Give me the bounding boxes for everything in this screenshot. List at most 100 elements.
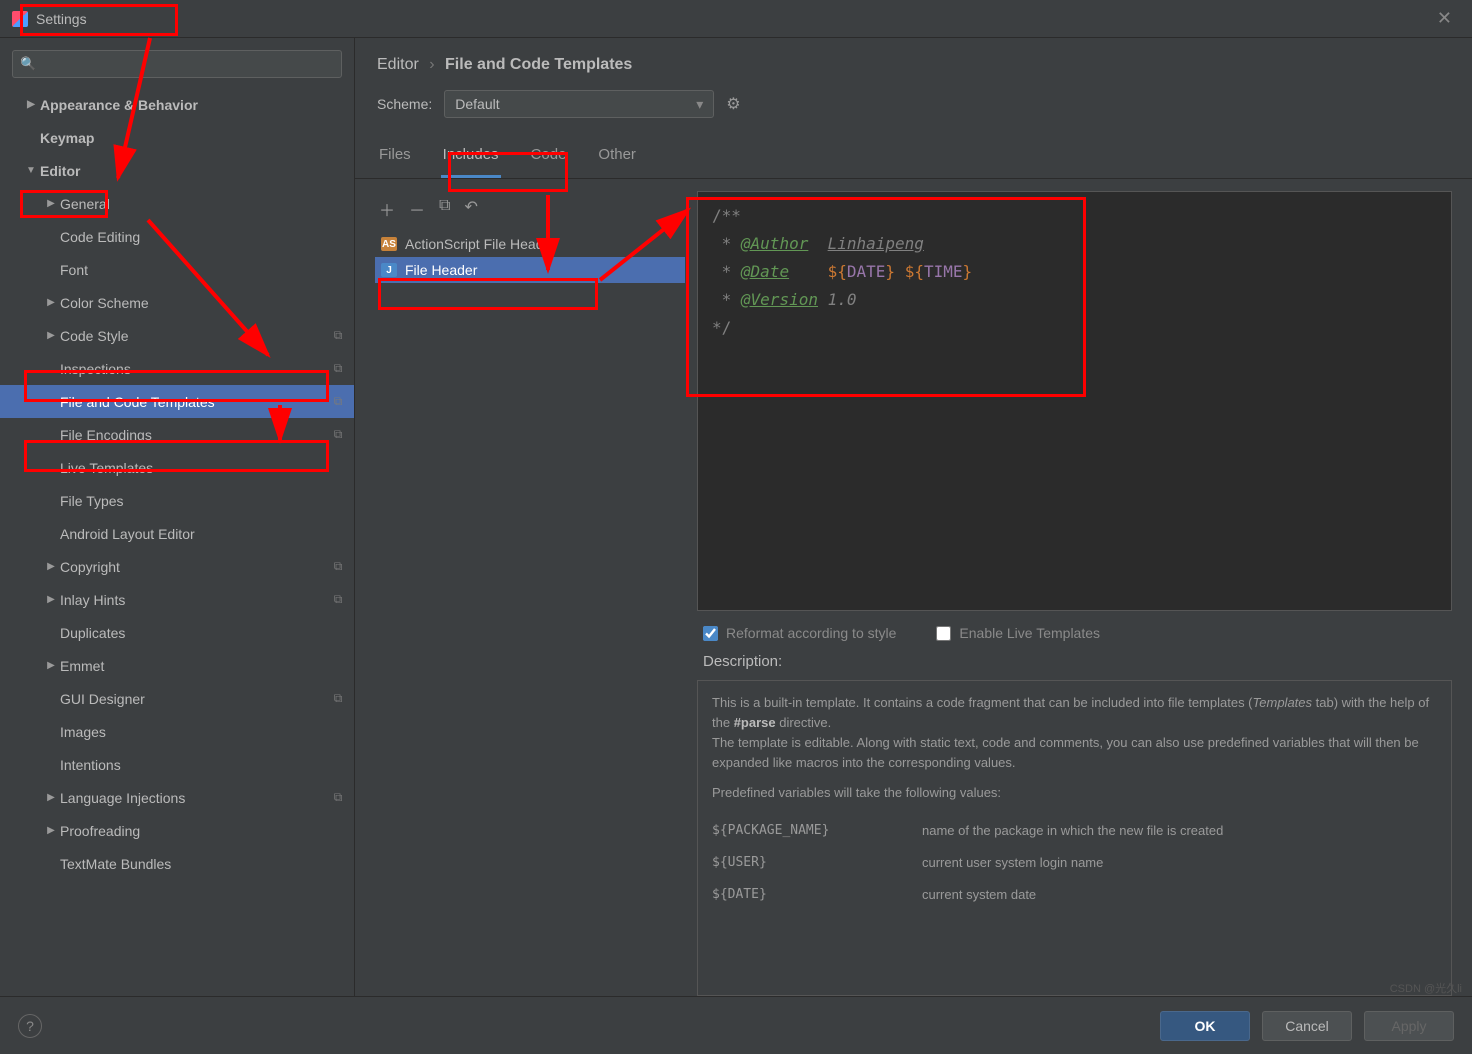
template-label: File Header [405,262,477,278]
tree-label: Code Style [60,328,330,344]
crumb-templates: File and Code Templates [445,56,632,73]
tree-arrow-icon: ▶ [42,660,60,671]
sidebar-item-file-types[interactable]: ▶File Types [0,484,354,517]
tree-label: General [60,196,346,212]
template-item[interactable]: AS ActionScript File Header [375,231,685,257]
variable-row: ${USER}current user system login name [712,847,1437,879]
cancel-button[interactable]: Cancel [1262,1011,1352,1041]
tree-arrow-icon: ▶ [42,594,60,605]
sidebar-item-live-templates[interactable]: ▶Live Templates [0,451,354,484]
sidebar-item-language-injections[interactable]: ▶Language Injections⧉ [0,781,354,814]
tree-arrow-icon: ▶ [42,792,60,803]
ok-button[interactable]: OK [1160,1011,1250,1041]
template-label: ActionScript File Header [405,236,556,252]
search-icon: 🔍 [20,56,36,72]
variable-key: ${USER} [712,853,922,873]
tab-includes[interactable]: Includes [441,136,501,178]
help-icon[interactable]: ? [18,1014,42,1038]
sidebar-item-android-layout-editor[interactable]: ▶Android Layout Editor [0,517,354,550]
project-badge-icon: ⧉ [330,559,346,575]
template-editor[interactable]: /** * @Author Linhaipeng * @Date ${DATE}… [697,191,1452,611]
tree-label: Appearance & Behavior [40,97,346,113]
sidebar-item-code-editing[interactable]: ▶Code Editing [0,220,354,253]
undo-icon[interactable]: ↶ [464,197,477,221]
app-icon [12,11,28,27]
variable-row: ${PACKAGE_NAME}name of the package in wh… [712,815,1437,847]
scheme-select[interactable]: Default [444,90,714,118]
breadcrumb: Editor › File and Code Templates [355,38,1472,84]
tab-code[interactable]: Code [529,136,569,178]
tree-label: Live Templates [60,460,346,476]
sidebar-item-copyright[interactable]: ▶Copyright⧉ [0,550,354,583]
sidebar-item-general[interactable]: ▶General [0,187,354,220]
template-item[interactable]: JFile Header [375,257,685,283]
sidebar-item-emmet[interactable]: ▶Emmet [0,649,354,682]
remove-icon[interactable]: － [409,197,425,221]
sidebar-item-color-scheme[interactable]: ▶Color Scheme [0,286,354,319]
live-templates-checkbox[interactable]: Enable Live Templates [936,625,1100,641]
settings-tree: ▶Appearance & Behavior▶Keymap▼Editor▶Gen… [0,88,354,996]
sidebar-item-proofreading[interactable]: ▶Proofreading [0,814,354,847]
project-badge-icon: ⧉ [330,790,346,806]
tab-files[interactable]: Files [377,136,413,178]
tree-label: File Encodings [60,427,330,443]
sidebar-item-gui-designer[interactable]: ▶GUI Designer⧉ [0,682,354,715]
variable-description: current user system login name [922,853,1437,873]
tree-label: Emmet [60,658,346,674]
tree-label: Intentions [60,757,346,773]
tree-label: Language Injections [60,790,330,806]
description-box: This is a built-in template. It contains… [697,680,1452,996]
apply-button[interactable]: Apply [1364,1011,1454,1041]
window-title: Settings [36,11,87,27]
close-icon[interactable]: ✕ [1429,4,1460,33]
tree-label: Inlay Hints [60,592,330,608]
sidebar-item-file-and-code-templates[interactable]: ▶File and Code Templates⧉ [0,385,354,418]
tree-label: Keymap [40,130,346,146]
tree-label: Color Scheme [60,295,346,311]
scheme-label: Scheme: [377,96,432,112]
project-badge-icon: ⧉ [330,361,346,377]
search-input[interactable] [12,50,342,78]
tree-arrow-icon: ▶ [42,330,60,341]
tree-label: TextMate Bundles [60,856,346,872]
variable-key: ${PACKAGE_NAME} [712,821,922,841]
chevron-right-icon: › [429,56,434,73]
template-list: AS ActionScript File Header JFile Header [375,231,685,996]
sidebar-item-keymap[interactable]: ▶Keymap [0,121,354,154]
tree-label: GUI Designer [60,691,330,707]
add-icon[interactable]: ＋ [379,197,395,221]
sidebar-item-inspections[interactable]: ▶Inspections⧉ [0,352,354,385]
project-badge-icon: ⧉ [330,328,346,344]
project-badge-icon: ⧉ [330,592,346,608]
tree-label: Duplicates [60,625,346,641]
tree-label: Font [60,262,346,278]
sidebar-item-appearance-behavior[interactable]: ▶Appearance & Behavior [0,88,354,121]
project-badge-icon: ⧉ [330,427,346,443]
tree-label: Editor [40,163,346,179]
sidebar-item-images[interactable]: ▶Images [0,715,354,748]
tree-arrow-icon: ▶ [42,561,60,572]
sidebar-item-inlay-hints[interactable]: ▶Inlay Hints⧉ [0,583,354,616]
reformat-checkbox[interactable]: Reformat according to style [703,625,896,641]
sidebar-item-editor[interactable]: ▼Editor [0,154,354,187]
project-badge-icon: ⧉ [330,394,346,410]
tabs: Files Includes Code Other [355,136,1472,179]
sidebar-item-intentions[interactable]: ▶Intentions [0,748,354,781]
footer: ? OK Cancel Apply [0,996,1472,1054]
sidebar-item-file-encodings[interactable]: ▶File Encodings⧉ [0,418,354,451]
sidebar-item-code-style[interactable]: ▶Code Style⧉ [0,319,354,352]
tab-other[interactable]: Other [596,136,638,178]
gear-icon[interactable]: ⚙ [726,94,740,114]
sidebar-item-textmate-bundles[interactable]: ▶TextMate Bundles [0,847,354,880]
crumb-editor[interactable]: Editor [377,56,419,73]
tree-label: Images [60,724,346,740]
tree-arrow-icon: ▶ [42,825,60,836]
file-icon: AS [381,237,397,251]
copy-icon[interactable]: ⧉ [439,197,450,221]
sidebar-item-font[interactable]: ▶Font [0,253,354,286]
sidebar-item-duplicates[interactable]: ▶Duplicates [0,616,354,649]
titlebar: Settings ✕ [0,0,1472,38]
variable-key: ${DATE} [712,885,922,905]
tree-label: File and Code Templates [60,394,330,410]
project-badge-icon: ⧉ [330,691,346,707]
